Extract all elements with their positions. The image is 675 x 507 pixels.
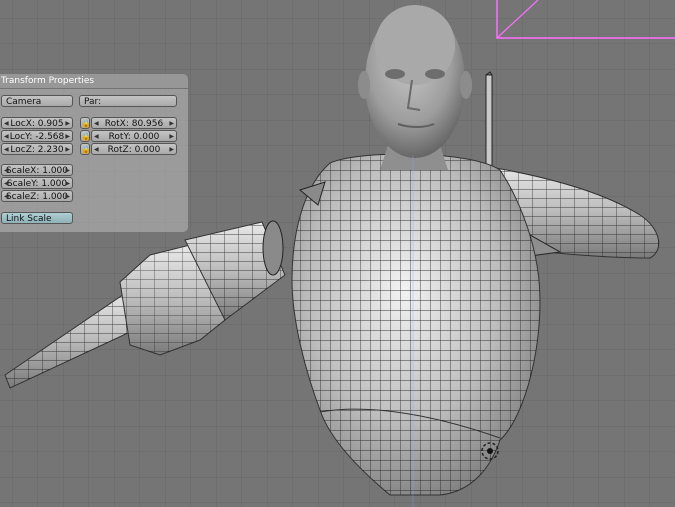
parent-field[interactable]: Par:: [79, 95, 177, 107]
arrow-right-icon[interactable]: ▶: [65, 178, 70, 188]
scale-y-value: ScaleY: 1.000: [6, 179, 68, 189]
scale-x-field[interactable]: ◀ ScaleX: 1.000 ▶: [1, 164, 73, 176]
parent-label: Par:: [84, 97, 102, 107]
loc-x-value: LocX: 0.905: [10, 119, 64, 129]
arrow-right-icon[interactable]: ▶: [65, 191, 70, 201]
panel-title: Transform Properties: [1, 76, 95, 86]
lock-rot-y-icon[interactable]: 🔒: [80, 130, 91, 142]
loc-z-value: LocZ: 2.230: [10, 145, 64, 155]
scale-z-value: ScaleZ: 1.000: [5, 192, 69, 202]
lock-rot-x-icon[interactable]: 🔒: [80, 117, 91, 129]
object-name-field[interactable]: Camera: [1, 95, 73, 107]
rot-y-field[interactable]: ◀ RotY: 0.000 ▶: [91, 130, 177, 142]
loc-y-field[interactable]: ◀ LocY: -2.568 ▶: [1, 130, 73, 142]
rot-x-value: RotX: 80.956: [104, 119, 164, 129]
arrow-right-icon[interactable]: ▶: [65, 144, 70, 154]
loc-x-field[interactable]: ◀ LocX: 0.905 ▶: [1, 117, 73, 129]
transform-properties-panel[interactable]: Transform Properties Camera Par: ◀ LocX:…: [0, 73, 189, 233]
arrow-right-icon[interactable]: ▶: [169, 118, 174, 128]
rot-y-value: RotY: 0.000: [108, 132, 160, 142]
link-scale-label: Link Scale: [6, 214, 52, 224]
scale-z-field[interactable]: ◀ ScaleZ: 1.000 ▶: [1, 190, 73, 202]
scale-x-value: ScaleX: 1.000: [5, 166, 69, 176]
scale-y-field[interactable]: ◀ ScaleY: 1.000 ▶: [1, 177, 73, 189]
arrow-right-icon[interactable]: ▶: [65, 118, 70, 128]
rot-x-field[interactable]: ◀ RotX: 80.956 ▶: [91, 117, 177, 129]
panel-header[interactable]: Transform Properties: [0, 74, 188, 89]
link-scale-toggle[interactable]: Link Scale: [1, 212, 73, 224]
rot-z-value: RotZ: 0.000: [107, 145, 161, 155]
arrow-right-icon[interactable]: ▶: [65, 165, 70, 175]
lock-rot-z-icon[interactable]: 🔒: [80, 143, 91, 155]
arrow-right-icon[interactable]: ▶: [65, 131, 70, 141]
object-name-value: Camera: [6, 97, 42, 107]
arrow-right-icon[interactable]: ▶: [169, 144, 174, 154]
loc-z-field[interactable]: ◀ LocZ: 2.230 ▶: [1, 143, 73, 155]
rot-z-field[interactable]: ◀ RotZ: 0.000 ▶: [91, 143, 177, 155]
arrow-right-icon[interactable]: ▶: [169, 131, 174, 141]
loc-y-value: LocY: -2.568: [9, 132, 65, 142]
